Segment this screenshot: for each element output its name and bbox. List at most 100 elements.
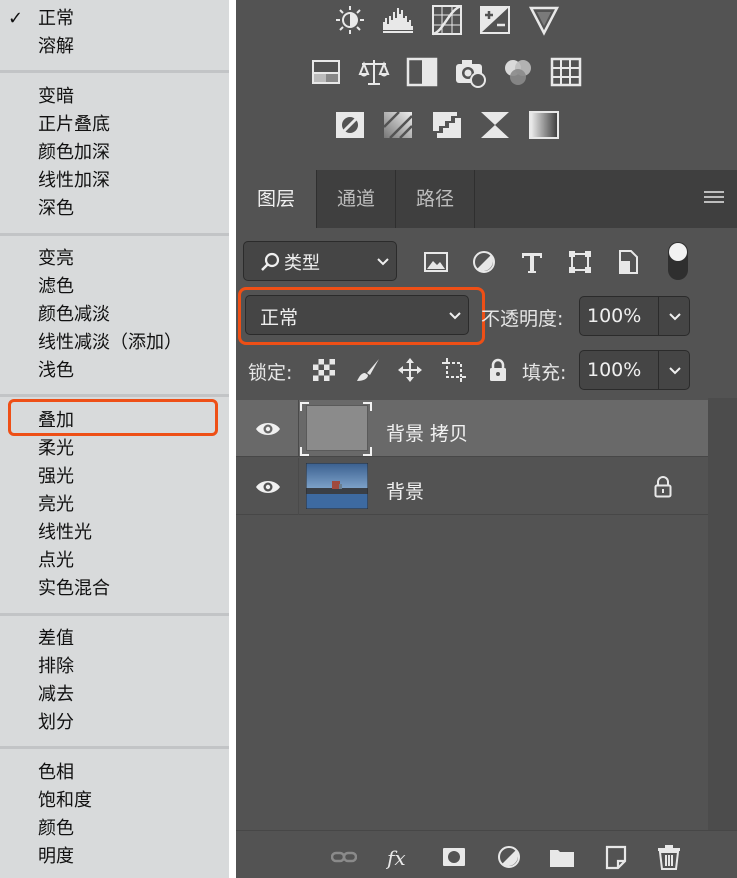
- image-filter-icon[interactable]: [423, 249, 449, 275]
- layer-name: 背景 拷贝: [386, 423, 469, 445]
- menu-item-lighten[interactable]: 变亮: [38, 246, 74, 272]
- color-balance-icon[interactable]: [358, 56, 390, 88]
- panel-tab-bar: 图层 通道 路径: [236, 170, 737, 228]
- menu-item-color-burn[interactable]: 颜色加深: [38, 140, 110, 166]
- fill-field[interactable]: 100%: [579, 350, 690, 390]
- menu-item-subtract[interactable]: 减去: [38, 682, 74, 708]
- menu-item-color[interactable]: 颜色: [38, 816, 74, 842]
- menu-item-multiply[interactable]: 正片叠底: [38, 112, 110, 138]
- overlay-highlight-box: [8, 399, 218, 436]
- delete-layer-icon[interactable]: [656, 844, 682, 870]
- layer-effects-icon[interactable]: fx: [386, 844, 412, 870]
- field-divider: [658, 297, 659, 335]
- menu-item-darker-color[interactable]: 深色: [38, 196, 74, 222]
- curves-icon[interactable]: [431, 4, 463, 36]
- channel-mixer-icon[interactable]: [502, 56, 534, 88]
- filter-kind-select[interactable]: 类型: [243, 241, 397, 281]
- adjustment-filter-icon[interactable]: [471, 249, 497, 275]
- menu-item-luminosity[interactable]: 明度: [38, 844, 74, 870]
- eye-icon[interactable]: [255, 477, 281, 497]
- chevron-down-icon[interactable]: [668, 310, 682, 324]
- menu-item-soft-light[interactable]: 柔光: [38, 436, 74, 462]
- menu-item-pin-light[interactable]: 点光: [38, 548, 74, 574]
- type-filter-icon[interactable]: [519, 249, 545, 275]
- opacity-label: 不透明度:: [481, 308, 564, 330]
- lock-transparent-pixels-icon[interactable]: [311, 357, 337, 383]
- menu-item-color-dodge[interactable]: 颜色减淡: [38, 302, 110, 328]
- black-white-icon[interactable]: [406, 56, 438, 88]
- levels-icon[interactable]: [382, 4, 414, 36]
- svg-text:fx: fx: [386, 846, 406, 870]
- photo-filter-icon[interactable]: [454, 56, 486, 88]
- lock-icon: [654, 476, 672, 498]
- menu-item-divide[interactable]: 划分: [38, 710, 74, 736]
- new-adjustment-layer-icon[interactable]: [496, 844, 522, 870]
- triangle-icon[interactable]: [528, 4, 560, 36]
- divider: [229, 0, 236, 878]
- gradient-map-icon[interactable]: [528, 109, 560, 141]
- new-layer-icon[interactable]: [603, 844, 629, 870]
- lock-label: 锁定:: [248, 362, 293, 384]
- layer-name: 背景: [386, 481, 425, 503]
- filter-kind-label: 类型: [284, 253, 320, 274]
- new-group-icon[interactable]: [549, 844, 575, 870]
- selective-color-icon[interactable]: [479, 109, 511, 141]
- eye-icon[interactable]: [255, 419, 281, 439]
- exposure-icon[interactable]: [479, 4, 511, 36]
- layers-bottom-toolbar: fx: [236, 830, 737, 878]
- menu-item-normal[interactable]: 正常: [38, 6, 74, 32]
- menu-item-darken[interactable]: 变暗: [38, 84, 74, 110]
- lock-artboard-icon[interactable]: [441, 357, 467, 383]
- layers-scrollbar[interactable]: [708, 398, 737, 830]
- menu-item-linear-light[interactable]: 线性光: [38, 520, 92, 546]
- brightness-contrast-icon[interactable]: [334, 4, 366, 36]
- menu-item-saturation[interactable]: 饱和度: [38, 788, 92, 814]
- chevron-down-icon[interactable]: [668, 364, 682, 378]
- menu-separator: [0, 233, 229, 236]
- menu-item-vivid-light[interactable]: 亮光: [38, 492, 74, 518]
- menu-separator: [0, 746, 229, 749]
- menu-separator: [0, 394, 229, 397]
- lock-position-icon[interactable]: [397, 357, 423, 383]
- link-layers-icon[interactable]: [331, 844, 357, 870]
- menu-separator: [0, 70, 229, 73]
- opacity-field[interactable]: 100%: [579, 296, 690, 336]
- menu-item-hue[interactable]: 色相: [38, 760, 74, 786]
- menu-item-exclusion[interactable]: 排除: [38, 654, 74, 680]
- menu-item-hard-light[interactable]: 强光: [38, 464, 74, 490]
- menu-item-hard-mix[interactable]: 实色混合: [38, 576, 110, 602]
- menu-item-difference[interactable]: 差值: [38, 626, 74, 652]
- invert-icon[interactable]: [334, 109, 366, 141]
- filter-toggle[interactable]: [668, 242, 688, 280]
- selection-corner-brackets: [300, 402, 372, 456]
- shape-filter-icon[interactable]: [567, 249, 593, 275]
- lock-image-pixels-icon[interactable]: [355, 357, 381, 383]
- menu-item-screen[interactable]: 滤色: [38, 274, 74, 300]
- checkmark-icon: ✓: [8, 8, 24, 29]
- color-lookup-icon[interactable]: [550, 56, 582, 88]
- menu-item-linear-burn[interactable]: 线性加深: [38, 168, 110, 194]
- photoshop-panel: 图层 通道 路径 类型 正常 不透明度: 100% 锁定: 填充: 100% 背…: [236, 0, 737, 878]
- blend-mode-highlight-box: [238, 287, 485, 345]
- posterize-icon[interactable]: [382, 109, 414, 141]
- layer-thumbnail: [306, 463, 368, 509]
- lock-all-icon[interactable]: [485, 357, 511, 383]
- tab-layers[interactable]: 图层: [236, 170, 316, 228]
- column-divider: [298, 458, 299, 515]
- vibrance-icon[interactable]: [310, 56, 342, 88]
- toggle-knob: [669, 243, 687, 261]
- layer-row-background[interactable]: 背景: [236, 458, 708, 515]
- add-mask-icon[interactable]: [441, 844, 467, 870]
- menu-item-dissolve[interactable]: 溶解: [38, 34, 74, 60]
- chevron-down-icon: [377, 258, 389, 266]
- tab-paths[interactable]: 路径: [396, 170, 474, 228]
- layer-row-background-copy[interactable]: 背景 拷贝: [236, 400, 708, 457]
- menu-item-lighter-color[interactable]: 浅色: [38, 358, 74, 384]
- panel-menu-icon[interactable]: [704, 189, 724, 203]
- tab-channels[interactable]: 通道: [317, 170, 395, 228]
- menu-item-linear-dodge[interactable]: 线性减淡（添加）: [38, 330, 182, 356]
- blend-mode-menu: ✓ 正常 溶解 变暗 正片叠底 颜色加深 线性加深 深色 变亮 滤色 颜色减淡 …: [0, 0, 229, 878]
- smart-object-filter-icon[interactable]: [615, 249, 641, 275]
- threshold-icon[interactable]: [431, 109, 463, 141]
- menu-separator: [0, 613, 229, 616]
